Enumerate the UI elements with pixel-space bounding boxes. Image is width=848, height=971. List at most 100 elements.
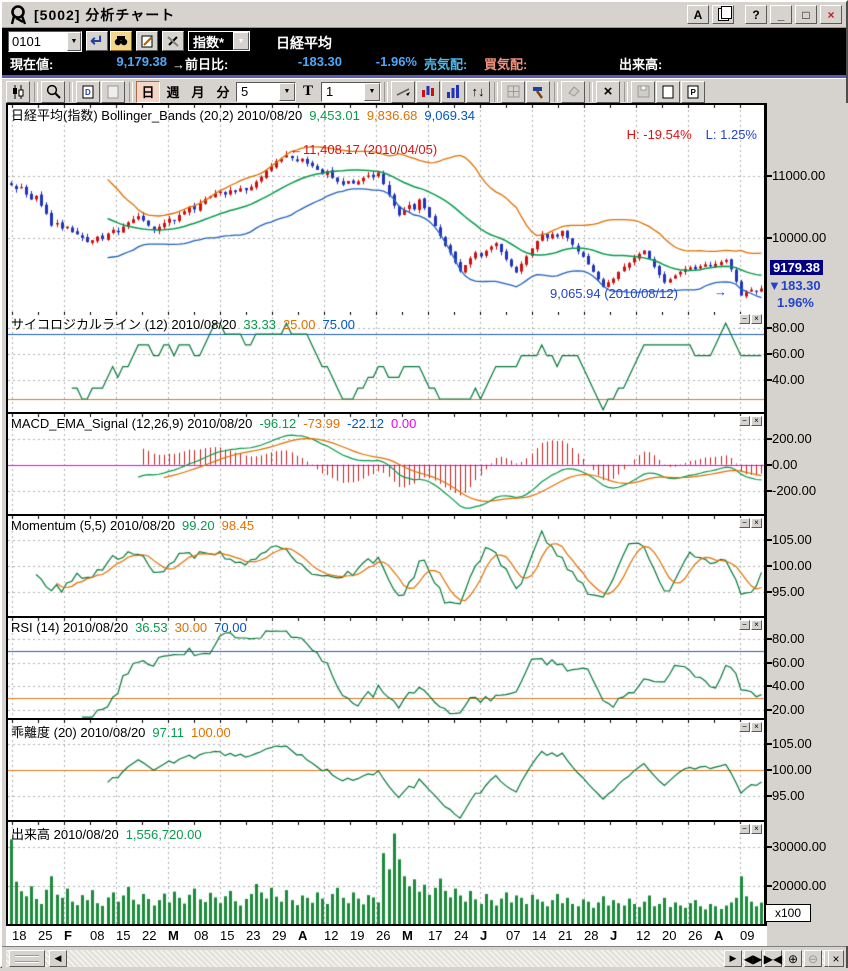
- text-tool-button[interactable]: T: [296, 81, 320, 103]
- period-low-annotation: 9,065.94 (2010/08/12): [550, 286, 678, 301]
- header-segment: 100.00: [191, 725, 231, 740]
- memo-button[interactable]: [136, 31, 158, 51]
- index-select-value: 指数*: [189, 32, 233, 51]
- sort-arrows-button[interactable]: ↑↓: [466, 81, 490, 103]
- eraser-button[interactable]: [561, 81, 585, 103]
- volume-panel-header: 出来高 2010/08/201,556,720.00: [11, 824, 209, 843]
- period-high-annotation: ←11,408.17 (2010/04/05): [290, 142, 437, 157]
- period-month-button[interactable]: 月: [186, 81, 210, 103]
- x-axis-label: A: [714, 928, 723, 943]
- copy-chart-button[interactable]: [656, 81, 680, 103]
- x-axis-label: 21: [558, 928, 572, 943]
- candle-style-icon: [11, 85, 25, 99]
- rsi-panel-header: RSI (14) 2010/08/2036.5330.0070.00: [11, 620, 254, 635]
- candle-style-button[interactable]: [6, 81, 30, 103]
- close-button[interactable]: ×: [820, 5, 842, 24]
- x-axis-label: 12: [324, 928, 338, 943]
- panel-close-button[interactable]: ×: [751, 620, 762, 630]
- index-select[interactable]: 指数* ▼: [188, 31, 250, 51]
- quote-values-row: 現在値: 9,179.38 →前日比: -183.30 -1.96% 売気配: …: [2, 54, 846, 72]
- no-draw-button[interactable]: [162, 31, 184, 51]
- y-axis-label: 80.00: [772, 320, 805, 335]
- index-dropdown-button: ▼: [233, 32, 249, 50]
- chart-scrollbar: ◀ ▶ ◀▶ ▶◀ ⊕ ⊖ ⊞ ×: [2, 946, 846, 971]
- trendline-tool-button[interactable]: [391, 81, 415, 103]
- period-day-button[interactable]: 日: [136, 81, 160, 103]
- scrollbar-track[interactable]: [6, 950, 842, 967]
- scroll-right-button[interactable]: ▶: [724, 950, 742, 967]
- scrollbar-thumb[interactable]: [9, 950, 45, 967]
- new-page-button[interactable]: D: [76, 81, 100, 103]
- chart-area: 1825F081522M08152329A121926M1724J0714212…: [2, 103, 848, 946]
- x-axis-label: 08: [90, 928, 104, 943]
- panel-close-button[interactable]: ×: [751, 824, 762, 834]
- y-axis-label: -200.00: [772, 483, 816, 498]
- minimize-button[interactable]: _: [770, 5, 792, 24]
- scroll-left-button[interactable]: ◀: [49, 950, 67, 967]
- panel-close-button[interactable]: ×: [751, 416, 762, 426]
- price-change-tag: ▼183.30: [768, 278, 821, 293]
- period-minute-button[interactable]: 分: [211, 81, 235, 103]
- panel-minimize-button[interactable]: −: [739, 722, 750, 732]
- candle-chart-button[interactable]: [416, 81, 440, 103]
- settings-button[interactable]: [526, 81, 550, 103]
- zoom-out-button[interactable]: ⊖: [804, 950, 822, 967]
- x-axis-label: 17: [428, 928, 442, 943]
- expand-bars-button[interactable]: ◀▶: [744, 950, 762, 967]
- enter-icon: ↵: [90, 31, 103, 51]
- help-button[interactable]: ?: [745, 5, 767, 24]
- zoom-icon: [46, 84, 61, 99]
- header-segment: 9,453.01: [309, 108, 360, 123]
- change-pct-value: -1.96%: [352, 54, 417, 69]
- interval-dropdown-button: ▼: [279, 83, 295, 101]
- x-axis-label: 20: [662, 928, 676, 943]
- header-segment: 1,556,720.00: [126, 827, 202, 842]
- interval-select[interactable]: 5 ▼: [236, 82, 296, 102]
- print-page-button[interactable]: P: [681, 81, 705, 103]
- panel-close-button[interactable]: ×: [751, 518, 762, 528]
- period-low-arrow: →: [714, 284, 727, 299]
- panel-separator: [6, 924, 767, 926]
- y-axis-label: 95.00: [772, 584, 805, 599]
- code-dropdown-button[interactable]: ▼: [67, 32, 81, 51]
- vol-panel-controls: −×: [738, 824, 762, 834]
- code-input-box: ▼: [8, 31, 82, 52]
- header-segment: -22.12: [347, 416, 384, 431]
- panel-minimize-button[interactable]: −: [739, 518, 750, 528]
- panel-minimize-button[interactable]: −: [739, 314, 750, 324]
- search-button[interactable]: [110, 31, 132, 51]
- y-axis-label: 100.00: [772, 558, 812, 573]
- y-axis-label: 20.00: [772, 702, 805, 717]
- font-button[interactable]: A: [687, 5, 709, 24]
- duplicate-window-button[interactable]: [712, 5, 734, 24]
- y-axis-label: 200.00: [772, 431, 812, 446]
- code-input[interactable]: [9, 32, 67, 51]
- count-select[interactable]: 1 ▼: [321, 82, 381, 102]
- panel-close-button[interactable]: ×: [751, 722, 762, 732]
- y-axis-label: 95.00: [772, 788, 805, 803]
- interval-select-value: 5: [237, 84, 279, 99]
- delete-all-button[interactable]: ×: [596, 81, 620, 103]
- panel-minimize-button[interactable]: −: [739, 416, 750, 426]
- bar-chart-button[interactable]: [441, 81, 465, 103]
- save-button[interactable]: [631, 81, 655, 103]
- copy-icon: [718, 8, 729, 21]
- enter-button[interactable]: ↵: [86, 31, 108, 51]
- zoom-in-button[interactable]: ⊕: [784, 950, 802, 967]
- x-axis-label: J: [480, 928, 487, 943]
- zoom-tool-button[interactable]: [41, 81, 65, 103]
- compress-bars-button[interactable]: ▶◀: [764, 950, 782, 967]
- restore-page-button[interactable]: [101, 81, 125, 103]
- header-segment: 0.00: [391, 416, 416, 431]
- grid-layout-button[interactable]: [501, 81, 525, 103]
- panel-minimize-button[interactable]: −: [739, 824, 750, 834]
- panel-close-button[interactable]: ×: [751, 314, 762, 324]
- maximize-button[interactable]: □: [795, 5, 817, 24]
- close-chart-box-button[interactable]: ×: [828, 950, 844, 967]
- change-label: →前日比:: [172, 54, 228, 73]
- period-week-button[interactable]: 週: [161, 81, 185, 103]
- svg-text:D: D: [85, 88, 91, 97]
- psych-panel-controls: −×: [738, 314, 762, 324]
- panel-minimize-button[interactable]: −: [739, 620, 750, 630]
- header-segment: 97.11: [152, 725, 184, 740]
